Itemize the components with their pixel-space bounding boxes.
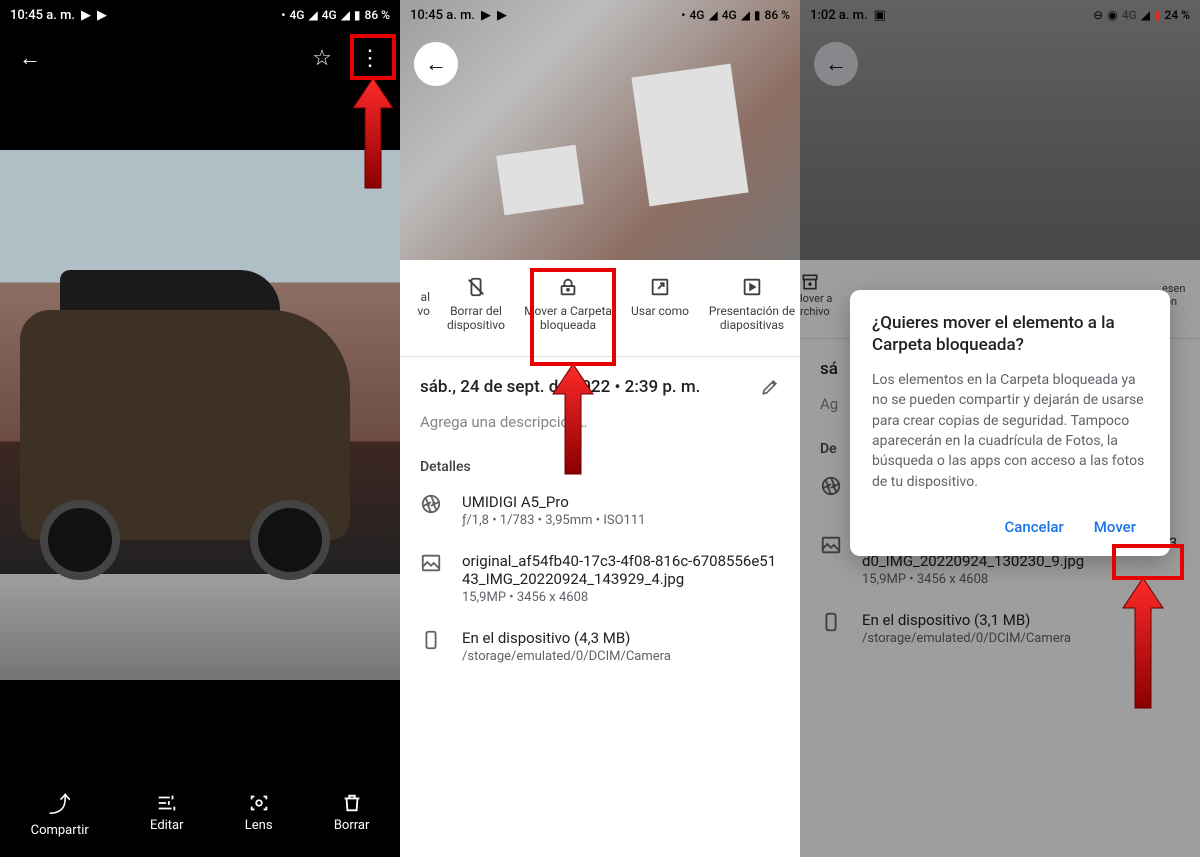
screenshot-icon: ▣ [874, 8, 886, 23]
annotation-arrow [348, 78, 398, 198]
annotation-highlight-locked [530, 268, 616, 366]
arrow-left-icon: ← [19, 45, 41, 71]
status-network: 4G [289, 8, 304, 22]
camera-meta: ƒ/1,8 • 1/783 • 3,95mm • ISO111 [462, 513, 780, 528]
dialog-body: Los elementos en la Carpeta bloqueada ya… [872, 370, 1148, 492]
confirm-move-dialog: ¿Quieres mover el elemento a la Carpeta … [850, 290, 1170, 556]
camera-detail-row: UMIDIGI A5_Pro ƒ/1,8 • 1/783 • 3,95mm • … [400, 481, 800, 540]
file-meta: 15,9MP • 3456 x 4608 [462, 590, 780, 605]
action-label: Usar como [631, 304, 689, 318]
status-time: 1:02 a. m. [810, 8, 868, 23]
photo-content[interactable] [0, 150, 400, 680]
photo-preview[interactable] [400, 0, 800, 280]
dialog-title: ¿Quieres mover el elemento a la Carpeta … [872, 312, 1148, 356]
back-button[interactable]: ← [414, 42, 458, 86]
wifi-icon: ◉ [1107, 8, 1117, 22]
move-label: Mover [1094, 518, 1136, 536]
annotation-highlight-mover [1112, 544, 1184, 580]
signal-icon: ◢ [341, 8, 350, 22]
photo-bottom-bar: ⤴ Compartir Editar Lens Borrar [0, 767, 400, 857]
phone-icon [420, 629, 444, 651]
youtube-icon: ▶ [81, 8, 91, 23]
status-battery: 86 % [765, 8, 790, 22]
storage-path: /storage/emulated/0/DCIM/Camera [462, 649, 780, 664]
status-bar: 10:45 a. m. ▶ ▶ • 4G ◢ 4G ◢ ▮ 86 % [0, 0, 400, 30]
youtube-icon: ▶ [481, 8, 491, 23]
annotation-arrow [548, 364, 598, 484]
screen-photo-view: 10:45 a. m. ▶ ▶ • 4G ◢ 4G ◢ ▮ 86 % ← [0, 0, 400, 857]
edit-datetime-button[interactable] [760, 377, 780, 397]
description-input[interactable]: Agrega una descripción… [400, 409, 800, 445]
photo-time: 2:39 p. m. [625, 377, 701, 397]
screen-move-dialog: ← lover a rchivo esen ión sá Ag [800, 0, 1200, 857]
signal-icon: ◢ [741, 8, 750, 22]
image-icon [420, 552, 444, 574]
battery-icon: ▮ [754, 8, 761, 22]
trash-icon [341, 792, 363, 814]
lens-button[interactable]: Lens [245, 792, 273, 833]
edit-label: Editar [150, 818, 184, 833]
status-battery: 24 % [1165, 8, 1190, 22]
status-network: 4G [322, 8, 337, 22]
status-time: 10:45 a. m. [410, 8, 475, 23]
tune-icon [156, 792, 178, 814]
device-off-icon [465, 276, 487, 298]
arrow-left-icon: ← [425, 51, 447, 77]
annotation-highlight-more [350, 34, 396, 80]
youtube-icon: ▶ [97, 8, 107, 23]
delete-button[interactable]: Borrar [334, 792, 370, 833]
slideshow-icon [741, 276, 763, 298]
delete-from-device-button[interactable]: Borrar del dispositivo [430, 272, 522, 336]
status-time: 10:45 a. m. [10, 8, 75, 23]
status-network: 4G [1122, 8, 1137, 22]
lens-icon [248, 792, 270, 814]
share-button[interactable]: ⤴ Compartir [31, 787, 89, 838]
open-external-icon [649, 276, 671, 298]
signal-icon: ◢ [308, 8, 317, 22]
photo-datetime-row: sáb., 24 de sept. de 2022 • 2:39 p. m. [400, 365, 800, 409]
details-section-title: Detalles [400, 445, 800, 481]
star-outline-icon: ☆ [312, 46, 332, 71]
annotation-arrow [1118, 578, 1168, 718]
signal-icon: ◢ [708, 8, 717, 22]
delete-label: Borrar [334, 818, 370, 833]
dnd-icon: ⊖ [1093, 8, 1103, 22]
aperture-icon [420, 493, 444, 515]
camera-model: UMIDIGI A5_Pro [462, 493, 780, 511]
action-label: Borrar del dispositivo [432, 304, 520, 332]
favorite-button[interactable]: ☆ [302, 38, 342, 78]
status-bar: 1:02 a. m. ▣ ⊖ ◉ 4G ◢ ▮ 24 % [800, 0, 1200, 30]
storage-title: En el dispositivo (4,3 MB) [462, 629, 780, 647]
battery-icon: ▮ [1154, 8, 1161, 22]
pencil-icon [760, 377, 780, 397]
signal-icon: ◢ [1141, 8, 1150, 22]
use-as-button[interactable]: Usar como [614, 272, 706, 336]
screen-photo-options: 10:45 a. m. ▶ ▶ • 4G ◢ 4G ◢ ▮ 86 % ← al … [400, 0, 800, 857]
back-button[interactable]: ← [10, 38, 50, 78]
cancel-button[interactable]: Cancelar [992, 510, 1075, 544]
action-item-partial[interactable]: al vo [400, 272, 430, 336]
status-battery: 86 % [365, 8, 390, 22]
photo-top-bar: ← ☆ ⋮ [0, 30, 400, 86]
status-bar: 10:45 a. m. ▶ ▶ • 4G ◢ 4G ◢ ▮ 86 % [400, 0, 800, 30]
cancel-label: Cancelar [1004, 518, 1063, 536]
status-network: 4G [722, 8, 737, 22]
status-network: 4G [689, 8, 704, 22]
file-name: original_af54fb40-17c3-4f08-816c-6708556… [462, 552, 780, 588]
action-label: Presentación de diapositivas [708, 304, 796, 332]
battery-icon: ▮ [354, 8, 361, 22]
move-confirm-button[interactable]: Mover [1082, 510, 1148, 544]
share-icon: ⤴ [49, 787, 71, 819]
file-detail-row: original_af54fb40-17c3-4f08-816c-6708556… [400, 540, 800, 617]
share-label: Compartir [31, 823, 89, 838]
lens-label: Lens [245, 818, 273, 833]
youtube-icon: ▶ [497, 8, 507, 23]
storage-detail-row: En el dispositivo (4,3 MB) /storage/emul… [400, 617, 800, 676]
slideshow-button[interactable]: Presentación de diapositivas [706, 272, 798, 336]
edit-button[interactable]: Editar [150, 792, 184, 833]
